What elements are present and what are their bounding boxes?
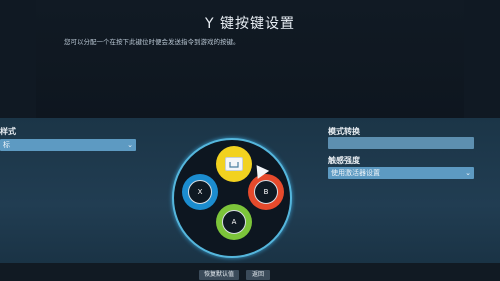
restore-default-button[interactable]: 恢复默认值 <box>199 270 239 280</box>
gamepad-bracket-icon <box>229 161 239 168</box>
sensitivity-label: 触感强度 <box>328 156 360 165</box>
y-button[interactable] <box>216 146 252 182</box>
back-button[interactable]: 返回 <box>246 270 270 280</box>
a-button-label: A <box>222 210 246 234</box>
x-button[interactable]: X <box>182 174 218 210</box>
style-select-value: 标 <box>3 141 10 149</box>
page-subtitle: 您可以分配一个在按下此键位时便会发送指令到游戏的按键。 <box>64 38 240 46</box>
b-button[interactable]: B <box>248 174 284 210</box>
chevron-down-icon: ⌄ <box>465 169 471 177</box>
controller-face-buttons: X B A <box>172 138 292 258</box>
sensitivity-select-value: 使用激活器设置 <box>331 169 380 177</box>
b-button-label: B <box>254 180 278 204</box>
x-button-label: X <box>188 180 212 204</box>
a-button[interactable]: A <box>216 204 252 240</box>
style-label: 样式 <box>0 127 16 136</box>
chevron-down-icon: ⌄ <box>127 141 133 149</box>
mode-switch-label: 模式转换 <box>328 127 360 136</box>
page-title: Y 键按键设置 <box>204 16 295 32</box>
sensitivity-select[interactable]: 使用激活器设置 ⌄ <box>328 167 474 179</box>
style-select[interactable]: 标 ⌄ <box>0 139 136 151</box>
y-button-glyph <box>225 157 243 171</box>
mode-switch-field[interactable] <box>328 137 474 149</box>
